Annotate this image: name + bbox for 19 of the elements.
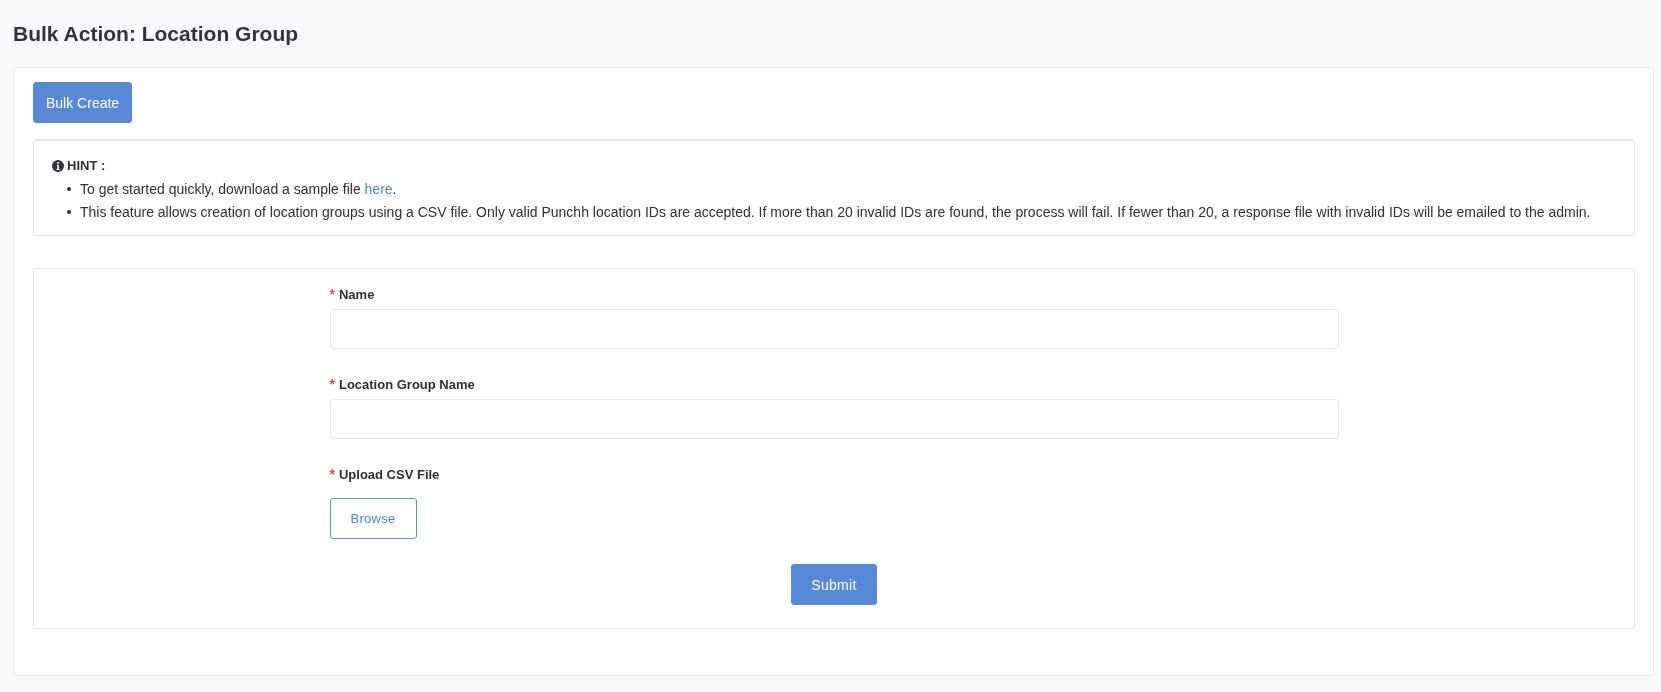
input-field[interactable] (329, 309, 1339, 349)
required-mark: * (329, 375, 335, 393)
required-mark: * (329, 465, 335, 483)
input-field[interactable] (329, 399, 1339, 439)
field-label: Location Group Name (338, 376, 475, 394)
hint-title: HINT : (67, 157, 106, 175)
bullet-icon (67, 209, 71, 214)
hint-text: This feature allows creation of location groups using a CSV file. Only valid Punchh location IDs are accepted. If more than 20 invalid IDs are found, the process will fail. If fewer than 20, a response file with invalid IDs will be emailed to the admin. (80, 202, 1591, 221)
browse-button[interactable]: Browse (329, 498, 417, 539)
sample-file-link[interactable]: here (364, 180, 393, 197)
info-icon (52, 160, 64, 172)
required-mark: * (329, 285, 335, 303)
bullet-icon (67, 186, 71, 191)
bulk-create-button[interactable]: Bulk Create (33, 82, 133, 123)
hint-text: To get started quickly, download a sample file here. (80, 179, 397, 198)
field-label: Upload CSV File (338, 466, 440, 484)
field-label: Name (338, 286, 375, 304)
page-title: Bulk Action: Location Group (13, 21, 299, 47)
submit-button[interactable]: Submit (791, 564, 877, 605)
